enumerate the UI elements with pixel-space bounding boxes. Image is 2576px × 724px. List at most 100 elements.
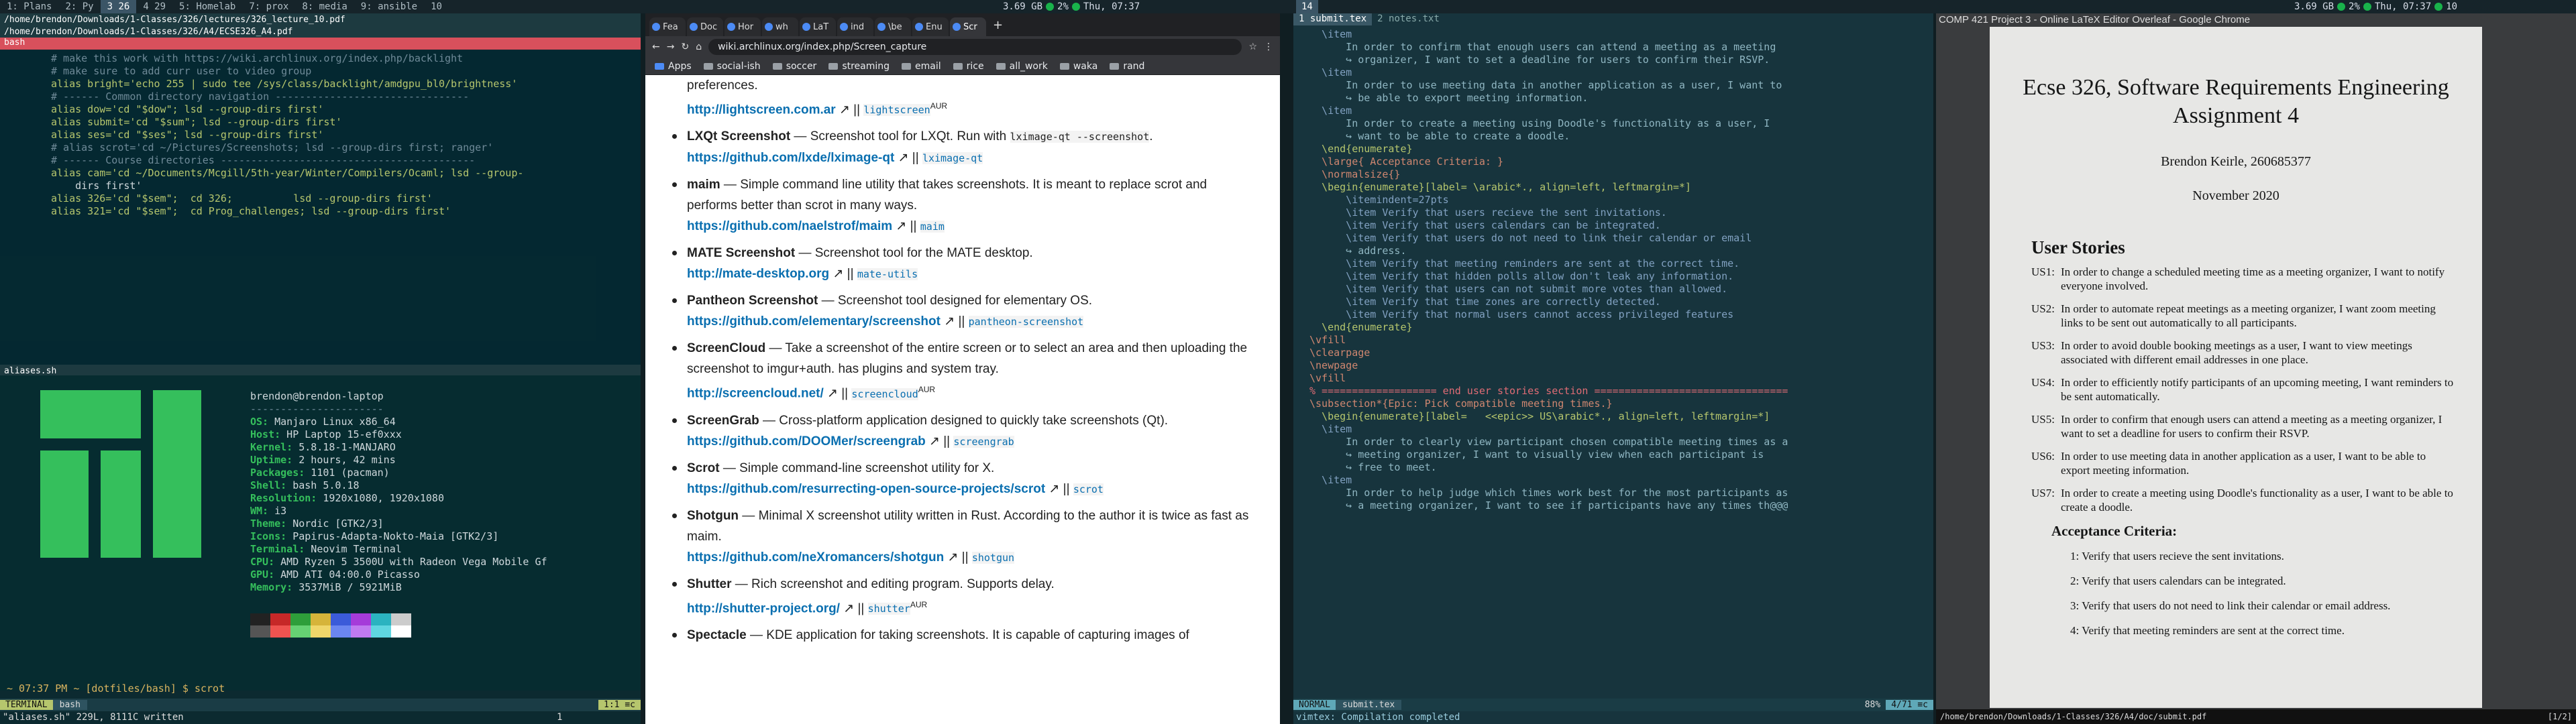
list-item: maim — Simple command line utility that …: [672, 174, 1260, 237]
browser-window[interactable]: Fea Doc Hor wh LaT ind \be Enu Scr + ← → ↻ ⌂ wiki…: [645, 13, 1280, 724]
tool-link[interactable]: http://lightscreen.com.ar: [687, 103, 836, 117]
workspace-button[interactable]: 1: Plans: [0, 0, 58, 13]
tab-label: wh: [775, 21, 788, 32]
browser-tab[interactable]: Fea: [649, 17, 686, 36]
tab-notes-txt[interactable]: 2 notes.txt: [1372, 13, 1445, 25]
browser-tab[interactable]: ind: [837, 17, 873, 36]
tool-link[interactable]: http://screencloud.net/: [687, 387, 824, 401]
code-line: alias submit='cd "$sum"; lsd --group-dir…: [51, 116, 342, 128]
code-line: \newpage: [1309, 359, 1358, 371]
workspace-button[interactable]: 10: [424, 0, 449, 13]
pdf-page[interactable]: Ecse 326, Software Requirements Engineer…: [1990, 27, 2482, 708]
menu-icon[interactable]: ⋮: [1264, 42, 1273, 52]
page-content[interactable]: preferences. http://lightscreen.com.ar ↗ …: [645, 75, 1280, 724]
star-icon[interactable]: ☆: [1248, 42, 1257, 52]
tool-link[interactable]: https://github.com/naelstrof/maim: [687, 219, 892, 233]
terminal-window[interactable]: /home/brendon/Downloads/1-Classes/326/le…: [0, 13, 641, 724]
story-id: US6:: [2031, 450, 2055, 463]
package-link[interactable]: screengrab: [953, 435, 1014, 448]
package-link[interactable]: maim: [920, 221, 945, 233]
package-link[interactable]: shotgun: [971, 551, 1015, 564]
bookmark-item[interactable]: rice: [953, 61, 984, 72]
page-indicator: [1/2]: [2547, 712, 2572, 721]
bookmark-item[interactable]: email: [902, 61, 941, 72]
pdf-viewer-window[interactable]: COMP 421 Project 3 - Online LaTeX Editor…: [1936, 13, 2576, 724]
apps-grid-icon: [655, 62, 664, 70]
tool-link[interactable]: https://github.com/resurrecting-open-sou…: [687, 482, 1045, 496]
browser-tab[interactable]: Hor: [724, 17, 761, 36]
code-line: \begin{enumerate}[label= \arabic*., alig…: [1309, 181, 1691, 193]
workspace-button[interactable]: 7: prox: [242, 0, 295, 13]
neofetch-key: OS:: [250, 416, 269, 428]
tool-link[interactable]: https://github.com/DOOMer/screengrab: [687, 434, 926, 448]
code-line: # make this work with https://wiki.archl…: [51, 52, 464, 64]
forward-icon[interactable]: →: [667, 42, 675, 52]
package-link[interactable]: lightscreen: [863, 104, 930, 117]
bookmark-item[interactable]: Apps: [655, 61, 692, 72]
workspace-button[interactable]: 2: Py: [58, 0, 100, 13]
neofetch-value: AMD ATI 04:00.0 Picasso: [274, 568, 420, 581]
reload-icon[interactable]: ↻: [681, 42, 689, 52]
bookmark-label: waka: [1073, 60, 1098, 72]
criteria-item: 3: Verify that users do not need to link…: [2070, 599, 2391, 612]
system-stats-left: 3.69 GB 2% Thu, 07:37: [1003, 0, 1140, 13]
aur-label: AUR: [918, 385, 936, 395]
package-link[interactable]: shutter: [867, 602, 910, 615]
workspace-button[interactable]: 3 26: [100, 0, 137, 13]
bookmarks-bar: Apps social-ish soccer streaming email rice al…: [645, 58, 1280, 75]
browser-tab[interactable]: Scr: [950, 17, 986, 36]
workspace-button[interactable]: 9: ansible: [354, 0, 424, 13]
back-icon[interactable]: ←: [652, 42, 660, 52]
tool-link[interactable]: http://mate-desktop.org: [687, 267, 829, 281]
bookmark-item[interactable]: streaming: [828, 61, 890, 72]
workspace-14[interactable]: 14: [1296, 0, 1318, 13]
folder-icon: [902, 62, 912, 70]
address-bar[interactable]: wiki.archlinux.org/index.php/Screen_capt…: [708, 39, 1242, 55]
package-link[interactable]: pantheon-screenshot: [968, 316, 1084, 328]
workspace-button[interactable]: 5: Homelab: [172, 0, 242, 13]
workspace-button[interactable]: 4 29: [136, 0, 172, 13]
neofetch-line: Terminal: Neovim Terminal: [250, 543, 547, 556]
tool-link[interactable]: https://github.com/neXromancers/shotgun: [687, 550, 944, 564]
bookmark-item[interactable]: social-ish: [703, 61, 761, 72]
browser-tab[interactable]: \be: [875, 17, 911, 36]
tool-link[interactable]: https://github.com/lxde/lximage-qt: [687, 151, 894, 165]
window-title: COMP 421 Project 3 - Online LaTeX Editor…: [1939, 14, 2251, 25]
editor-buffer[interactable]: # make this work with https://wiki.archl…: [0, 50, 641, 365]
tab-strip: Fea Doc Hor wh LaT ind \be Enu Scr +: [645, 13, 1280, 36]
external-link-icon: ↗: [894, 151, 909, 166]
workspace-button[interactable]: 8: media: [295, 0, 354, 13]
code-line: \item Verify that meeting reminders are …: [1309, 257, 1740, 269]
code-line: ↪ organizer, I want to set a deadline fo…: [1309, 54, 1770, 66]
browser-tab[interactable]: LaT: [800, 17, 836, 36]
code-line: \vfill: [1309, 372, 1346, 384]
browser-tab[interactable]: wh: [762, 17, 798, 36]
bookmark-item[interactable]: all_work: [996, 61, 1048, 72]
new-tab-icon[interactable]: +: [987, 18, 1008, 32]
tool-link[interactable]: http://shutter-project.org/: [687, 601, 840, 615]
tool-description: — Cross-platform application designed to…: [759, 413, 1169, 428]
browser-tab[interactable]: Enu: [912, 17, 949, 36]
editor-buffer[interactable]: \item In order to confirm that enough us…: [1293, 25, 1933, 686]
shell-prompt[interactable]: ~ 07:37 PM ~ [dotfiles/bash] $ scrot: [7, 682, 225, 695]
criteria-list: 1: Verify that users recieve the sent in…: [2070, 544, 2482, 643]
bookmark-item[interactable]: rand: [1110, 61, 1144, 72]
tool-name: LXQt Screenshot: [687, 129, 791, 144]
bookmark-item[interactable]: waka: [1059, 60, 1098, 72]
home-icon[interactable]: ⌂: [696, 42, 702, 52]
tab-submit-tex[interactable]: 1 submit.tex: [1293, 13, 1373, 25]
tool-link[interactable]: https://github.com/elementary/screenshot: [687, 314, 941, 328]
package-link[interactable]: screencloud: [851, 387, 918, 400]
package-link[interactable]: mate-utils: [857, 268, 918, 281]
folder-icon: [772, 62, 782, 70]
tool-name: Shotgun: [687, 508, 739, 523]
story-item: US4: In order to efficiently notify parti…: [2031, 375, 2455, 404]
bookmark-item[interactable]: soccer: [772, 61, 816, 72]
status-dot-icon: [1046, 3, 1055, 11]
user-stories: US1: In order to change a scheduled meeti…: [2031, 265, 2455, 514]
browser-tab[interactable]: Doc: [687, 17, 723, 36]
code-line: \begin{enumerate}[label= <<epic>> US\ara…: [1309, 410, 1770, 422]
package-link[interactable]: lximage-qt: [922, 152, 983, 165]
editor-window[interactable]: 1 submit.tex 2 notes.txt \item In order …: [1293, 13, 1933, 724]
package-link[interactable]: scrot: [1073, 483, 1104, 495]
